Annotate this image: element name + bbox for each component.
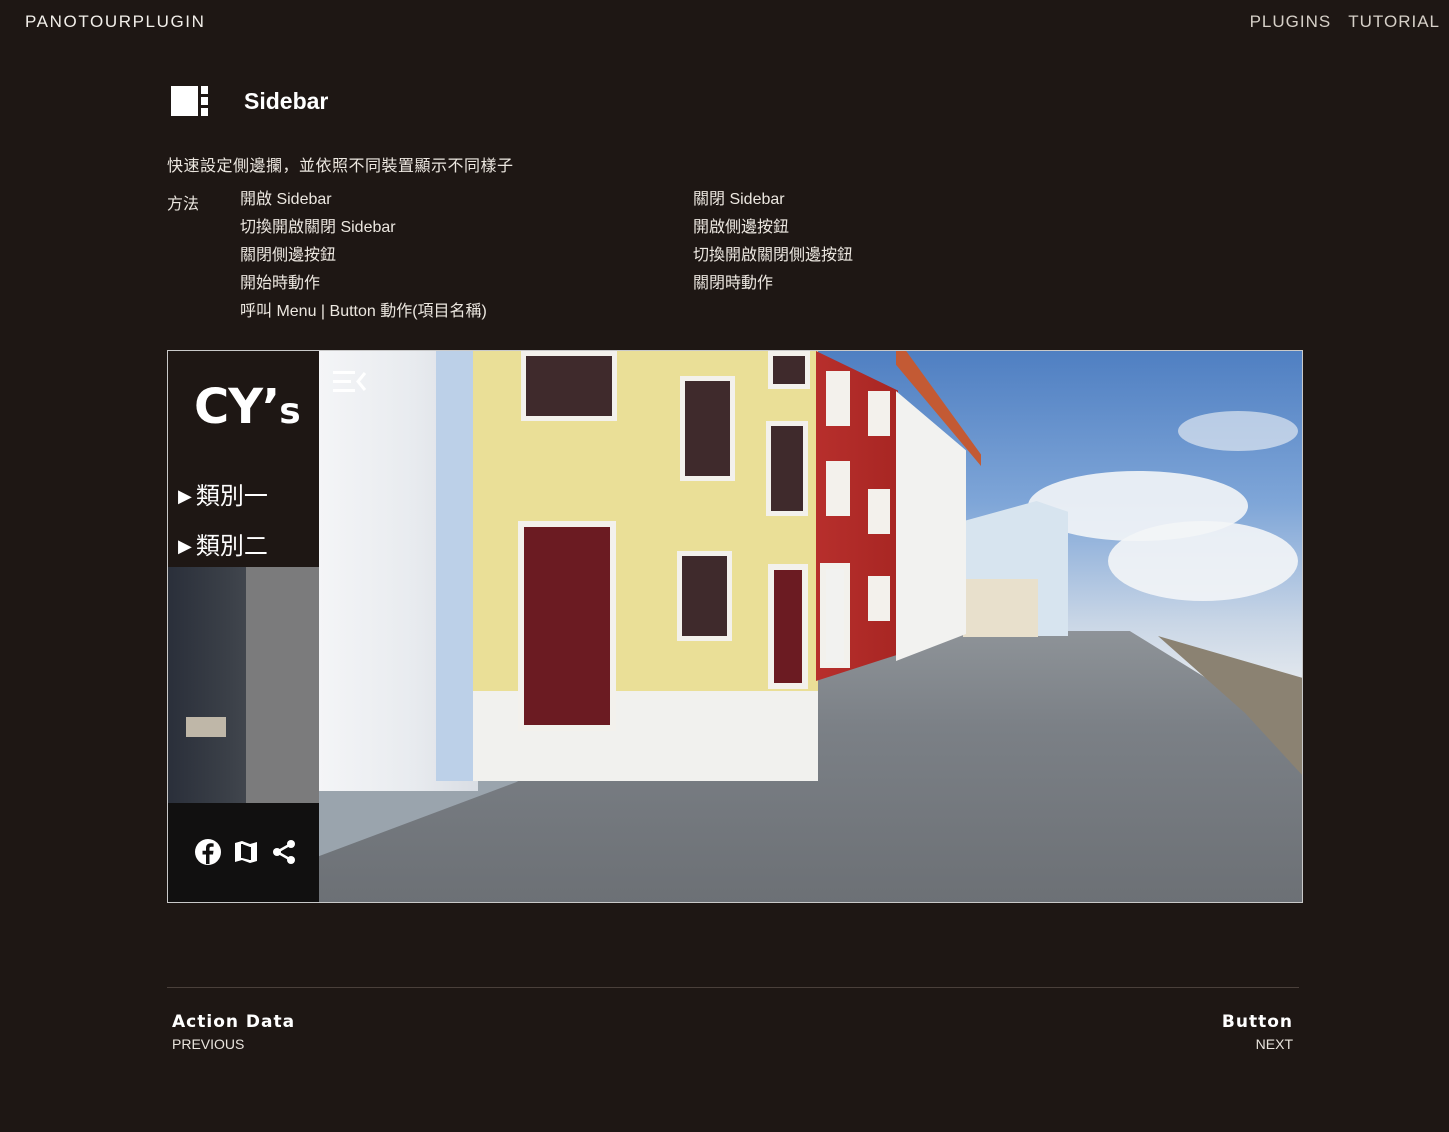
logo-main-text: CY’ [194,379,280,435]
method-close-side-button[interactable]: 關閉側邊按鈕 [240,246,693,265]
method-close-sidebar[interactable]: 關閉 Sidebar [693,190,940,209]
social-buttons [194,838,298,866]
next-page-link[interactable]: Button NEXT [1222,1012,1293,1052]
facebook-icon[interactable] [194,838,222,866]
play-triangle-icon: ▶ [178,486,192,506]
footer-divider [167,987,1299,988]
next-page-title: Button [1221,1012,1293,1032]
method-toggle-side-button[interactable]: 切換開啟關閉側邊按鈕 [693,246,940,265]
play-triangle-icon: ▶ [178,536,192,556]
previous-page-title: Action Data [172,1012,296,1032]
menu-collapse-icon[interactable] [331,367,369,397]
method-toggle-sidebar[interactable]: 切換開啟關閉 Sidebar [240,218,693,237]
top-navbar: PANOTOURPLUGIN PLUGINS TUTORIAL [0,0,1449,44]
methods-list: 開啟 Sidebar 關閉 Sidebar 切換開啟關閉 Sidebar 開啟側… [240,190,940,321]
category-label: 類別一 [195,483,268,510]
previous-label: PREVIOUS [172,1036,245,1052]
nav-tutorial-link[interactable]: TUTORIAL [1348,12,1440,32]
previous-page-link[interactable]: Action Data PREVIOUS [172,1012,295,1052]
demo-logo: CY’s [194,379,301,435]
brand-link[interactable]: PANOTOURPLUGIN [25,12,205,32]
method-open-sidebar[interactable]: 開啟 Sidebar [240,190,693,209]
method-on-close[interactable]: 關閉時動作 [693,274,940,293]
method-on-start[interactable]: 開始時動作 [240,274,693,293]
next-label: NEXT [1255,1036,1293,1052]
method-call-menu-button[interactable]: 呼叫 Menu | Button 動作(項目名稱) [240,302,693,321]
sidebar-category-2[interactable]: ▶ 類別二 [178,526,268,561]
share-icon[interactable] [270,838,298,866]
panorama-demo-viewer[interactable]: CY’s ▶ 類別一 ▶ 類別二 [167,350,1303,903]
method-open-side-button[interactable]: 開啟側邊按鈕 [693,218,940,237]
map-icon[interactable] [232,838,260,866]
logo-suffix-text: s [279,391,300,432]
panorama-image[interactable] [168,351,1302,902]
nav-plugins-link[interactable]: PLUGINS [1250,12,1332,32]
demo-sidebar: CY’s ▶ 類別一 ▶ 類別二 [168,351,319,902]
sidebar-layout-icon [168,84,210,118]
page-header: Sidebar [168,84,328,118]
methods-label: 方法 [167,196,200,213]
category-label: 類別二 [195,533,268,560]
sidebar-category-1[interactable]: ▶ 類別一 [178,476,268,511]
top-nav-links: PLUGINS TUTORIAL [1250,12,1440,32]
page-title: Sidebar [244,87,329,114]
page-description: 快速設定側邊攔，並依照不同裝置顯示不同樣子 [167,158,514,175]
